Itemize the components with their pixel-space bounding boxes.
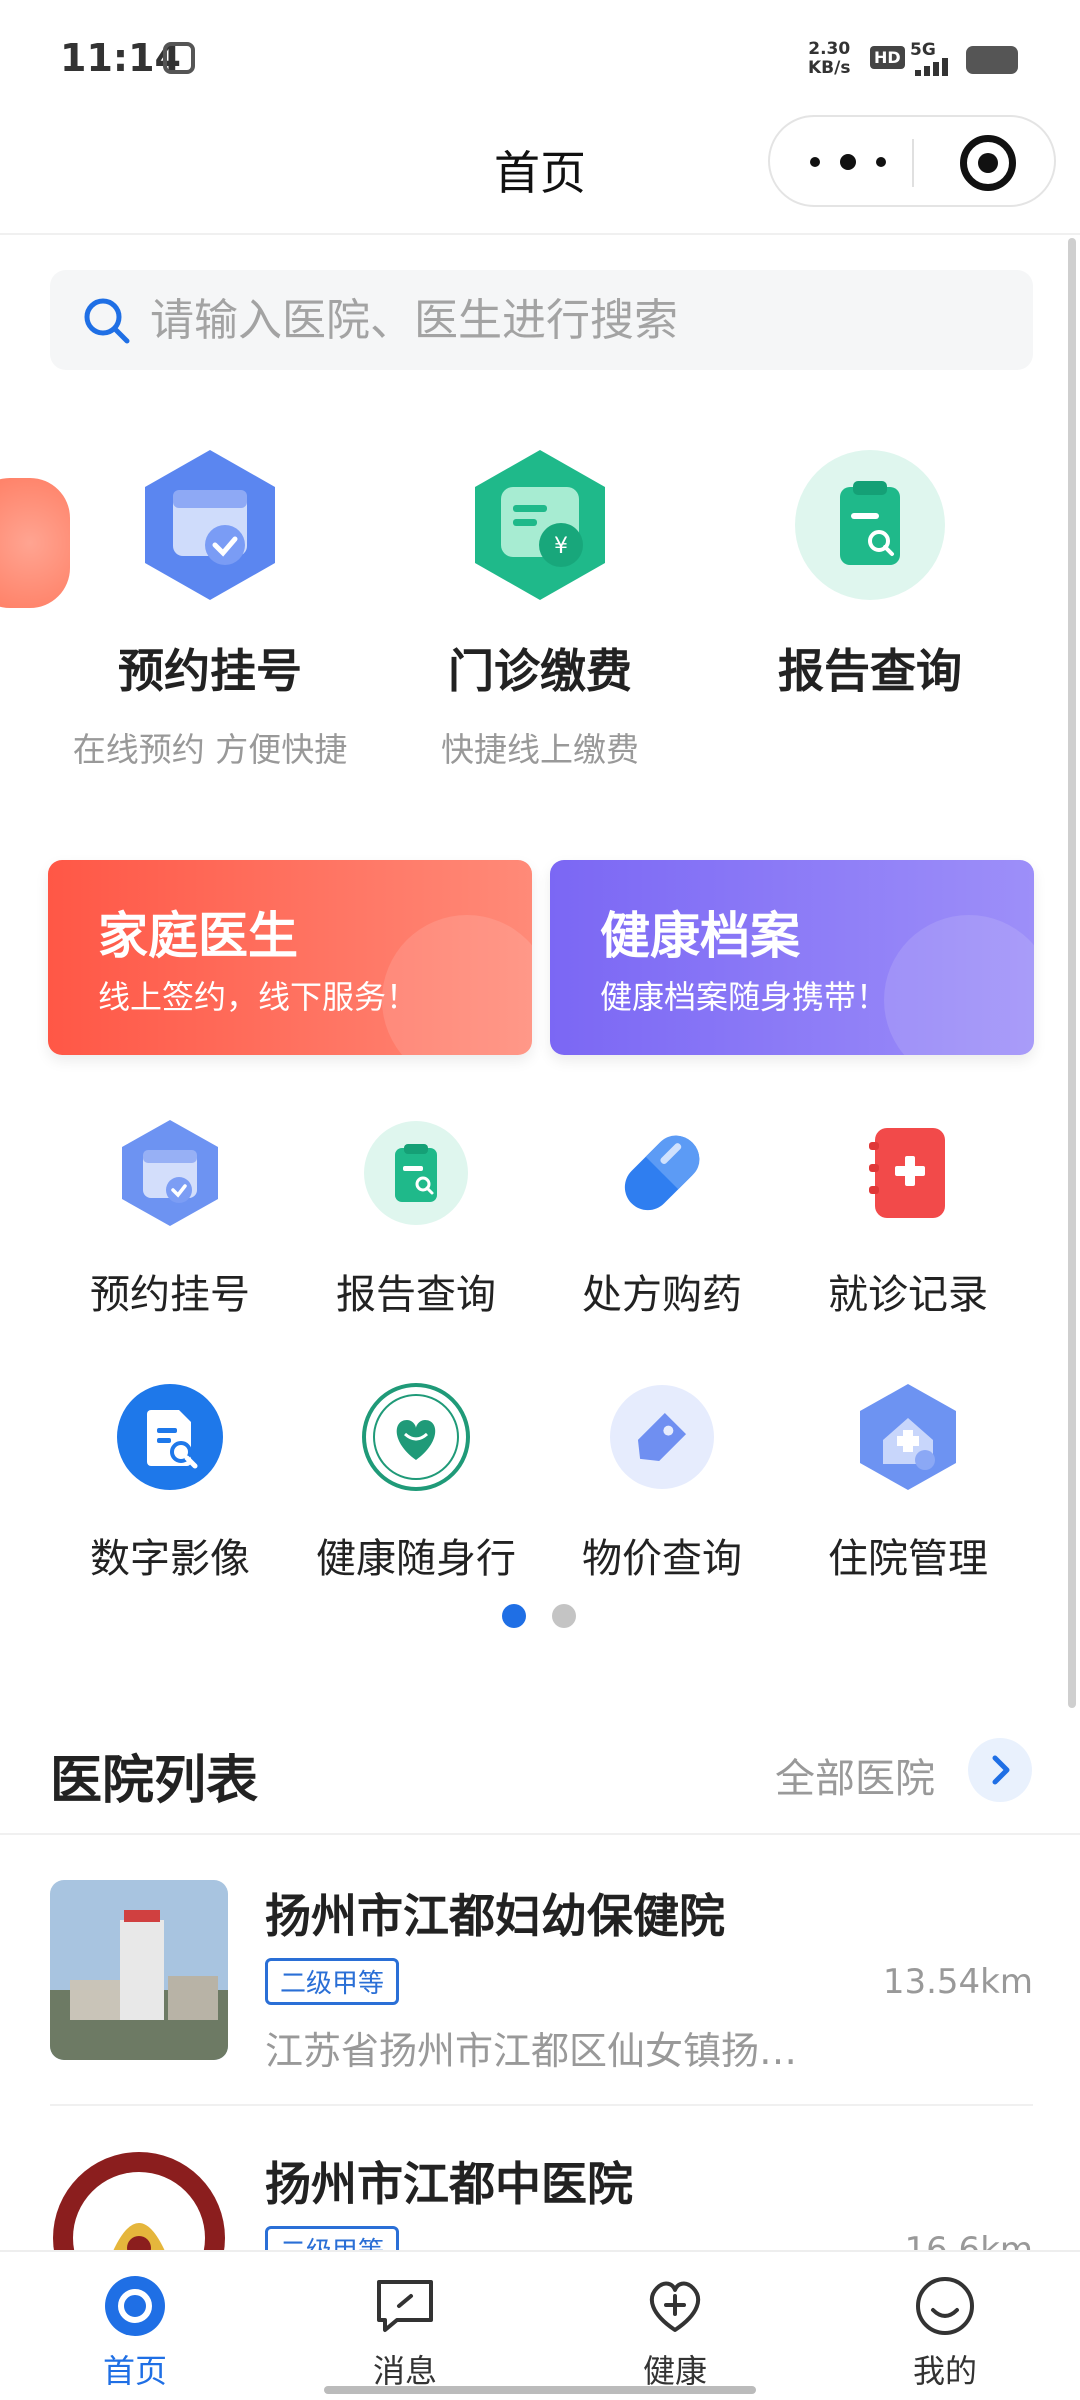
- search-icon: [84, 298, 130, 344]
- sim-icon: [163, 42, 195, 74]
- grid-label: 报告查询: [336, 1272, 496, 1318]
- hospital-address: 江苏省扬州市江都区仙女镇扬…: [265, 2029, 798, 2073]
- grid-label: 健康随身行: [316, 1536, 516, 1582]
- signal-icon: [915, 58, 955, 76]
- close-program-icon[interactable]: [960, 135, 1016, 191]
- hospital-list-item[interactable]: 扬州市江都妇幼保健院 二级甲等 13.54km 江苏省扬州市江都区仙女镇扬…: [50, 1880, 1033, 2100]
- home-indicator[interactable]: [324, 2386, 756, 2394]
- network-type: 5G: [910, 40, 936, 60]
- service-report-query[interactable]: 报告查询: [705, 445, 1035, 701]
- service-subtitle: 快捷线上缴费: [441, 730, 639, 769]
- svg-text:¥: ¥: [554, 534, 568, 559]
- profile-smile-icon: [913, 2274, 977, 2338]
- card-title: 健康档案: [600, 907, 800, 965]
- grid-report-query[interactable]: 报告查询: [293, 1118, 539, 1320]
- page-dot-active[interactable]: [502, 1604, 526, 1628]
- service-label: 预约挂号: [118, 644, 302, 698]
- grid-visit-records[interactable]: 就诊记录: [785, 1118, 1031, 1320]
- tab-label: 首页: [102, 2352, 167, 2390]
- nav-bar: 首页: [0, 115, 1080, 235]
- page-dot[interactable]: [552, 1604, 576, 1628]
- list-divider: [50, 2104, 1033, 2106]
- hd-badge: HD: [870, 46, 905, 69]
- tab-home[interactable]: 首页: [0, 2252, 270, 2400]
- battery-icon: [966, 46, 1018, 74]
- grid-appointment[interactable]: 预约挂号: [47, 1118, 293, 1320]
- tab-messages[interactable]: 消息: [270, 2252, 540, 2400]
- card-decoration: [884, 915, 1034, 1055]
- hospital-name: 扬州市江都中医院: [265, 2157, 633, 2211]
- service-outpatient-payment[interactable]: ¥ 门诊缴费 快捷线上缴费: [375, 445, 705, 771]
- report-search-icon: [361, 1118, 471, 1228]
- search-bar[interactable]: [50, 270, 1033, 370]
- heart-plus-icon: [643, 2274, 707, 2338]
- health-badge-icon: [361, 1382, 471, 1492]
- medical-record-icon: [853, 1118, 963, 1228]
- hospital-list-header: 医院列表 全部医院: [0, 1720, 1080, 1835]
- more-options-icon[interactable]: [810, 147, 890, 177]
- calendar-check-icon: [135, 445, 285, 605]
- hospital-distance: 13.54km: [882, 1962, 1033, 2002]
- grid-label: 就诊记录: [828, 1272, 988, 1318]
- tab-profile[interactable]: 我的: [810, 2252, 1080, 2400]
- hospital-name: 扬州市江都妇幼保健院: [265, 1889, 725, 1943]
- card-subtitle: 健康档案随身携带！: [600, 978, 889, 1016]
- hospital-grade-badge: 二级甲等: [265, 1958, 400, 2005]
- message-icon: [373, 2274, 437, 2338]
- grid-prescription[interactable]: 处方购药: [539, 1118, 785, 1320]
- service-appointment[interactable]: 预约挂号 在线预约 方便快捷: [45, 445, 375, 771]
- tab-label: 我的: [912, 2352, 977, 2390]
- network-speed-text: 2.30 KB/s: [808, 39, 851, 78]
- report-search-icon: [795, 445, 945, 605]
- search-input[interactable]: [150, 288, 1010, 352]
- network-speed: 2.30 KB/s: [808, 40, 850, 78]
- hospital-house-icon: [853, 1382, 963, 1492]
- bottom-tab-bar: 首页 消息 健康 我的: [0, 2250, 1080, 2400]
- pagination-dots: [502, 1604, 582, 1630]
- grid-label: 处方购药: [582, 1272, 742, 1318]
- card-subtitle: 线上签约，线下服务！: [98, 978, 419, 1016]
- hospital-photo: [50, 1880, 228, 2060]
- service-label: 门诊缴费: [448, 644, 632, 698]
- service-subtitle: 在线预约 方便快捷: [72, 730, 348, 769]
- grid-label: 数字影像: [90, 1536, 250, 1582]
- section-title: 医院列表: [50, 1751, 259, 1811]
- grid-label: 住院管理: [828, 1536, 988, 1582]
- service-label: 报告查询: [778, 644, 962, 698]
- grid-label: 预约挂号: [90, 1272, 250, 1318]
- calendar-check-icon: [115, 1118, 225, 1228]
- home-icon: [103, 2274, 167, 2338]
- document-search-icon: [115, 1382, 225, 1492]
- grid-inpatient[interactable]: 住院管理: [785, 1382, 1031, 1584]
- chevron-right-icon[interactable]: [968, 1738, 1032, 1802]
- status-bar: 11:14 2.30 KB/s HD 5G: [0, 0, 1080, 115]
- payment-card-icon: ¥: [465, 445, 615, 605]
- capsule-icon: [607, 1118, 717, 1228]
- grid-digital-imaging[interactable]: 数字影像: [47, 1382, 293, 1584]
- price-tag-icon: [607, 1382, 717, 1492]
- tab-health[interactable]: 健康: [540, 2252, 810, 2400]
- scrollbar[interactable]: [1068, 238, 1076, 1708]
- family-doctor-card[interactable]: 家庭医生 线上签约，线下服务！: [48, 860, 532, 1055]
- grid-health-pass[interactable]: 健康随身行: [293, 1382, 539, 1584]
- grid-price-query[interactable]: 物价查询: [539, 1382, 785, 1584]
- capsule-divider: [912, 139, 914, 187]
- all-hospitals-link[interactable]: 全部医院: [775, 1746, 935, 1804]
- mini-program-capsule: [768, 115, 1056, 207]
- card-title: 家庭医生: [98, 907, 298, 965]
- grid-label: 物价查询: [582, 1536, 742, 1582]
- health-records-card[interactable]: 健康档案 健康档案随身携带！: [550, 860, 1034, 1055]
